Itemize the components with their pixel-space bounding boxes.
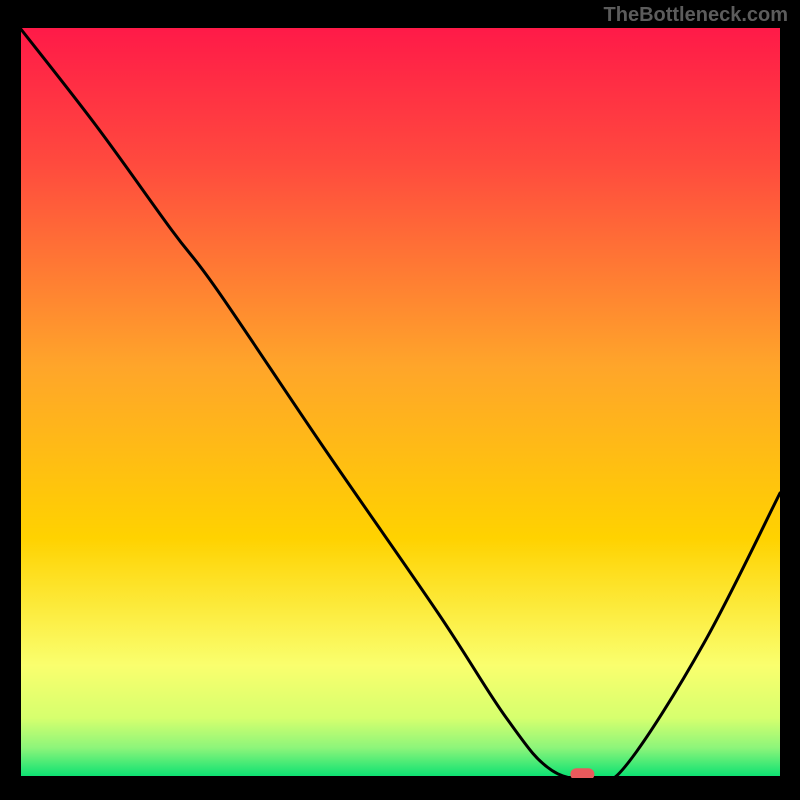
bottleneck-plot: [20, 28, 780, 778]
optimal-marker: [570, 768, 594, 778]
plot-svg: [20, 28, 780, 778]
watermark-text: TheBottleneck.com: [604, 4, 788, 27]
plot-background: [20, 28, 780, 778]
chart-frame: TheBottleneck.com: [0, 0, 800, 800]
